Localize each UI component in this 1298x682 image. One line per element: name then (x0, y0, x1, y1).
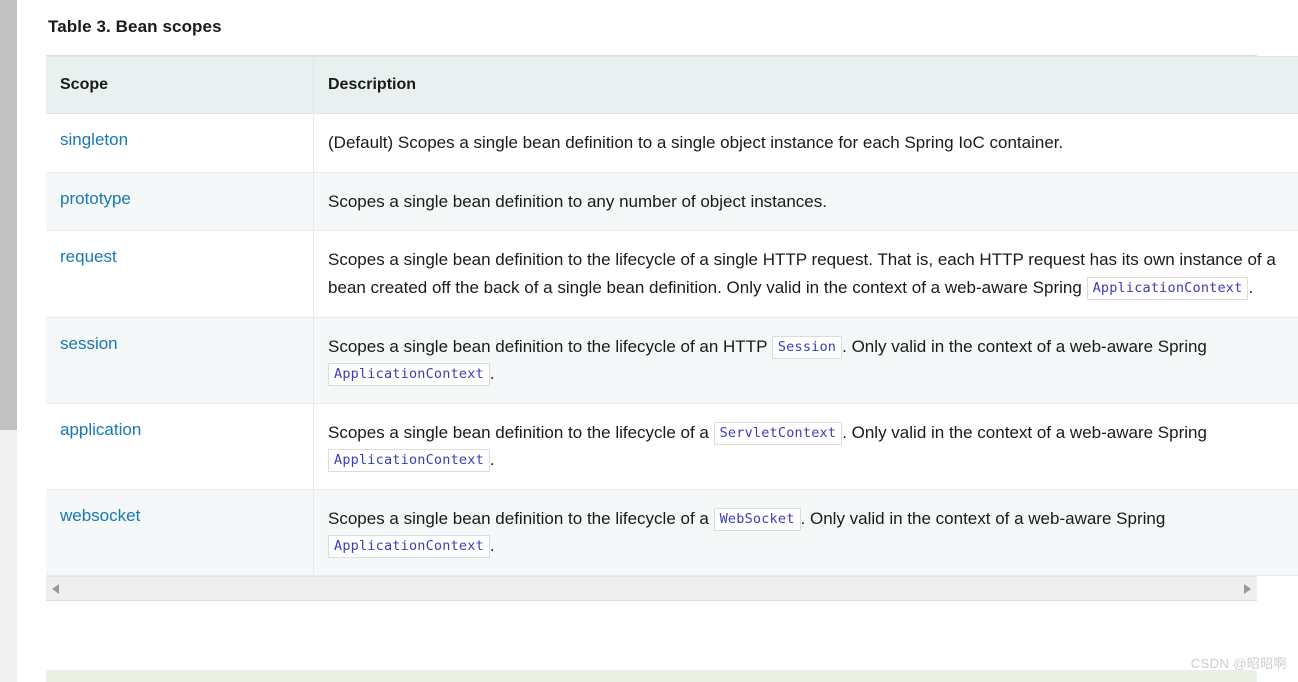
description-text: Scopes a single bean definition to the l… (328, 507, 1166, 559)
scope-link-request[interactable]: request (60, 247, 117, 266)
column-header-description: Description (313, 56, 1298, 115)
description-text: Scopes a single bean definition to any n… (328, 192, 827, 211)
inline-code: WebSocket (713, 507, 801, 531)
inline-code: ApplicationContext (1086, 276, 1249, 300)
cell-description: Scopes a single bean definition to the l… (313, 488, 1298, 576)
scope-link-singleton[interactable]: singleton (60, 130, 128, 149)
cell-description: Scopes a single bean definition to the l… (313, 230, 1298, 318)
cell-scope: application (46, 402, 314, 490)
next-content-panel (46, 670, 1257, 682)
cell-scope: session (46, 316, 314, 404)
bean-scopes-table-block: Table 3. Bean scopes Scope Description s… (46, 0, 1298, 601)
csdn-watermark: CSDN @昭昭啊 (1190, 656, 1287, 671)
description-fragment: . Only valid in the context of a web-awa… (842, 336, 1207, 356)
description-fragment: Scopes a single bean definition to the l… (328, 508, 714, 528)
table-body: singleton (Default) Scopes a single bean … (46, 113, 1298, 576)
cell-scope: prototype (46, 171, 314, 232)
description-fragment: . Only valid in the context of a web-awa… (842, 422, 1207, 442)
description-fragment: . (489, 536, 495, 556)
scroll-left-arrow-icon[interactable] (52, 583, 59, 594)
description-fragment: (Default) Scopes a single bean definitio… (328, 133, 1064, 153)
cell-description: Scopes a single bean definition to the l… (313, 316, 1298, 404)
scope-link-application[interactable]: application (60, 420, 141, 439)
page-vertical-scrollbar-thumb[interactable] (0, 0, 17, 430)
inline-code: ApplicationContext (328, 449, 490, 473)
table-head: Scope Description (46, 56, 1298, 115)
description-text: Scopes a single bean definition to the l… (328, 250, 1276, 300)
bean-scopes-table: Scope Description singleton (Default) Sco… (46, 56, 1298, 576)
cell-scope: request (46, 230, 314, 318)
table-row: request Scopes a single bean definition t… (46, 230, 1298, 318)
cell-scope: websocket (46, 488, 314, 576)
description-text: Scopes a single bean definition to the l… (328, 335, 1207, 387)
table-frame: Scope Description singleton (Default) Sco… (46, 55, 1298, 601)
description-fragment: Scopes a single bean definition to the l… (328, 336, 772, 356)
description-fragment: . (489, 364, 495, 384)
inline-code: ApplicationContext (328, 363, 490, 387)
scope-link-websocket[interactable]: websocket (60, 506, 140, 525)
description-fragment: . Only valid in the context of a web-awa… (800, 508, 1166, 528)
table-row: session Scopes a single bean definition t… (46, 316, 1298, 404)
description-fragment: . (1248, 277, 1254, 297)
description-text: Scopes a single bean definition to the l… (328, 421, 1207, 473)
table-caption: Table 3. Bean scopes (48, 17, 222, 36)
scroll-right-arrow-icon[interactable] (1244, 583, 1251, 594)
table-row: application Scopes a single bean definiti… (46, 402, 1298, 490)
table-horizontal-scrollbar[interactable] (46, 575, 1257, 600)
column-header-scope: Scope (46, 56, 314, 115)
scope-link-prototype[interactable]: prototype (60, 189, 131, 208)
inline-code: ServletContext (713, 421, 843, 445)
description-fragment: Scopes a single bean definition to the l… (328, 422, 714, 442)
cell-description: Scopes a single bean definition to any n… (313, 171, 1298, 232)
inline-code: ApplicationContext (328, 535, 490, 559)
cell-description: (Default) Scopes a single bean definitio… (313, 113, 1298, 173)
scope-link-session[interactable]: session (60, 334, 118, 353)
description-fragment: . (489, 450, 495, 470)
description-text: (Default) Scopes a single bean definitio… (328, 133, 1063, 152)
inline-code: Session (771, 335, 843, 359)
document-body: Table 3. Bean scopes Scope Description s… (17, 0, 1298, 682)
page-vertical-scrollbar[interactable] (0, 0, 17, 682)
cell-description: Scopes a single bean definition to the l… (313, 402, 1298, 490)
cell-scope: singleton (46, 113, 314, 173)
table-row: prototype Scopes a single bean definition… (46, 171, 1298, 232)
table-header-row: Scope Description (46, 56, 1298, 115)
description-fragment: Scopes a single bean definition to any n… (328, 191, 827, 211)
table-row: singleton (Default) Scopes a single bean … (46, 113, 1298, 173)
table-row: websocket Scopes a single bean definition… (46, 488, 1298, 576)
